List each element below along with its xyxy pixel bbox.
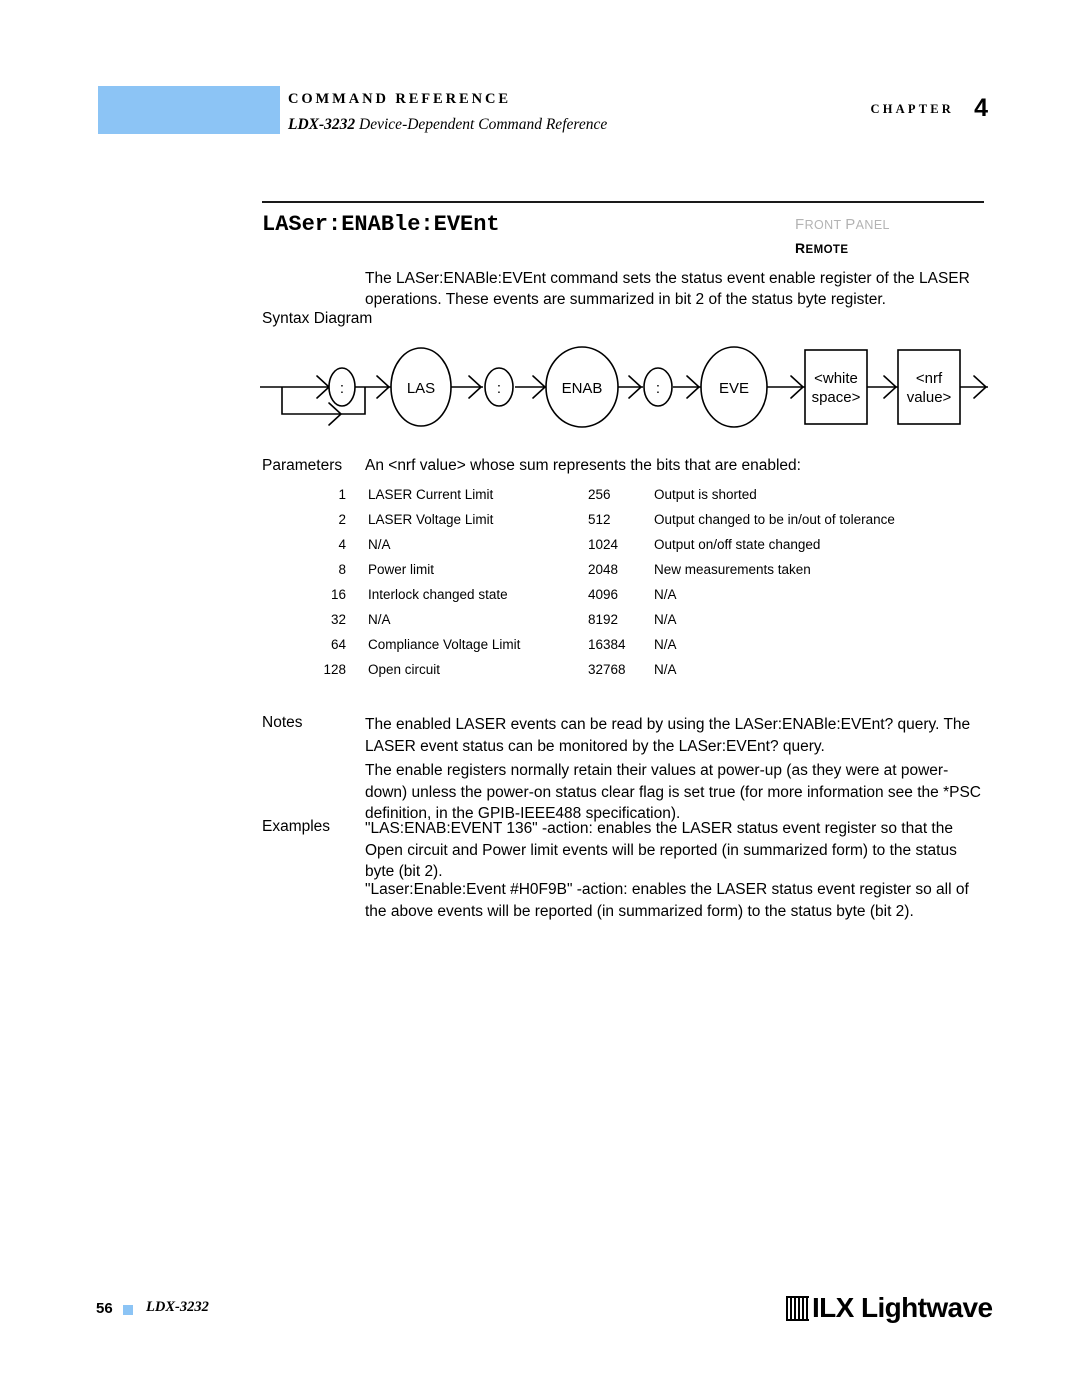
parameters-table-body: 1 LASER Current Limit 256 Output is shor… <box>262 488 982 688</box>
chapter-word-label: CHAPTER <box>870 102 954 116</box>
ilx-logo-text: ILX Lightwave <box>812 1292 993 1323</box>
bit-value-a: 128 <box>323 662 346 677</box>
bit-value-b: 512 <box>588 512 611 527</box>
page-footer: 56 LDX-3232 ILX Lightwave <box>0 1292 1080 1336</box>
bit-value-b: 4096 <box>588 587 619 602</box>
syntax-diagram-label: Syntax Diagram <box>262 310 373 327</box>
bit-value-a: 4 <box>338 537 346 552</box>
bit-desc-b: Output changed to be in/out of tolerance <box>654 512 895 527</box>
footer-square-bullet-icon <box>123 1305 133 1315</box>
node-white-space <box>804 349 868 425</box>
header-subtitle-rest: Device-Dependent Command Reference <box>359 116 608 133</box>
table-row: 32 N/A 8192 N/A <box>262 613 982 638</box>
node-colon-3-label: : <box>656 380 660 397</box>
bit-value-a: 16 <box>330 587 346 602</box>
node-nrf-value <box>897 349 961 425</box>
bit-value-b: 32768 <box>588 662 626 677</box>
bit-desc-b: Output on/off state changed <box>654 537 821 552</box>
table-row: 4 N/A 1024 Output on/off state changed <box>262 538 982 563</box>
node-eve-label: EVE <box>719 380 749 397</box>
bit-desc-a: Open circuit <box>368 662 441 677</box>
command-description: The LASer:ENABle:EVEnt command sets the … <box>365 270 970 308</box>
bit-desc-a: Interlock changed state <box>368 587 508 602</box>
parameters-label: Parameters <box>262 457 343 474</box>
ilx-stripes-icon <box>786 1295 809 1321</box>
notes-label: Notes <box>262 714 303 731</box>
notes-paragraph-1: The enabled LASER events can be read by … <box>365 716 971 755</box>
bit-desc-a: N/A <box>368 537 391 552</box>
bit-value-b: 2048 <box>588 562 619 577</box>
bit-value-b: 8192 <box>588 612 619 627</box>
footer-page-number: 56 <box>96 1300 113 1317</box>
bit-desc-a: Power limit <box>368 562 435 577</box>
bit-desc-a: Compliance Voltage Limit <box>368 637 521 652</box>
table-row: 2 LASER Voltage Limit 512 Output changed… <box>262 513 982 538</box>
bit-value-b: 1024 <box>588 537 619 552</box>
notes-paragraph-2: The enable registers normally retain the… <box>365 762 981 822</box>
availability-tags: FRONT PANEL REMOTE <box>795 216 995 256</box>
examples-label: Examples <box>262 818 331 835</box>
bit-desc-a: LASER Current Limit <box>368 487 494 502</box>
node-white-space-label-2: space> <box>812 389 861 406</box>
ilx-lightwave-logo: ILX Lightwave <box>786 1292 993 1324</box>
table-row: 16 Interlock changed state 4096 N/A <box>262 588 982 613</box>
bit-desc-b: N/A <box>654 612 677 627</box>
bit-desc-b: N/A <box>654 587 677 602</box>
node-white-space-label-1: <white <box>814 370 858 387</box>
bit-value-a: 8 <box>338 562 346 577</box>
chapter-badge <box>98 86 280 134</box>
header-subtitle-model: LDX-3232 <box>288 116 356 133</box>
bit-value-a: 2 <box>338 512 346 527</box>
syntax-diagram: : LAS : ENAB : EVE <white space> <nrf va… <box>255 342 995 452</box>
bit-value-a: 1 <box>338 487 346 502</box>
syntax-diagram-svg: : LAS : ENAB : EVE <white space> <nrf va… <box>260 346 988 428</box>
footer-model-name: LDX-3232 <box>146 1299 209 1315</box>
table-row: 128 Open circuit 32768 N/A <box>262 663 982 688</box>
parameters-table: 1 LASER Current Limit 256 Output is shor… <box>262 488 982 688</box>
bit-value-b: 256 <box>588 487 611 502</box>
page-header: CHAPTER 4 COMMAND REFERENCE LDX-3232 Dev… <box>98 86 998 140</box>
node-colon-2-label: : <box>497 380 501 397</box>
parameters-intro: An <nrf value> whose sum represents the … <box>365 457 801 474</box>
header-title: COMMAND REFERENCE <box>288 91 511 107</box>
node-las-label: LAS <box>407 380 435 397</box>
node-nrf-value-label-1: <nrf <box>916 370 943 387</box>
bit-desc-b: Output is shorted <box>654 487 757 502</box>
bit-desc-b: N/A <box>654 637 677 652</box>
chapter-number: 4 <box>974 94 988 122</box>
bit-desc-b: N/A <box>654 662 677 677</box>
node-enab-label: ENAB <box>562 380 603 397</box>
node-nrf-value-label-2: value> <box>907 389 952 406</box>
bit-desc-a: LASER Voltage Limit <box>368 512 494 527</box>
front-panel-tag: FRONT PANEL <box>795 216 890 233</box>
node-colon-1-label: : <box>340 380 344 397</box>
bit-desc-a: N/A <box>368 612 391 627</box>
remote-tag: REMOTE <box>795 240 849 256</box>
examples-paragraph-2: "Laser:Enable:Event #H0F9B" -action: ena… <box>365 881 969 920</box>
table-row: 64 Compliance Voltage Limit 16384 N/A <box>262 638 982 663</box>
command-title: LASer:ENABle:EVEnt <box>262 212 500 237</box>
section-divider <box>262 201 984 203</box>
header-subtitle: LDX-3232 Device-Dependent Command Refere… <box>288 116 607 134</box>
bit-value-a: 64 <box>330 637 346 652</box>
examples-paragraph-1: "LAS:ENAB:EVENT 136" -action: enables th… <box>365 820 957 880</box>
bit-desc-b: New measurements taken <box>654 562 811 577</box>
bit-value-a: 32 <box>330 612 346 627</box>
table-row: 8 Power limit 2048 New measurements take… <box>262 563 982 588</box>
bit-value-b: 16384 <box>588 637 626 652</box>
table-row: 1 LASER Current Limit 256 Output is shor… <box>262 488 982 513</box>
